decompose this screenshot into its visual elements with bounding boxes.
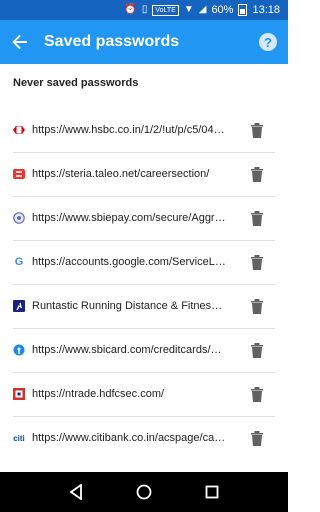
- list-item[interactable]: https://www.sbiepay.com/secure/Aggregato…: [0, 196, 288, 240]
- runtastic-icon: [13, 300, 25, 312]
- clock: 13:18: [252, 4, 280, 16]
- sbicard-icon: [13, 344, 25, 356]
- entry-url: https://www.citibank.co.in/acspage/cap_n…: [32, 432, 226, 444]
- entry-url: Runtastic Running Distance & Fitness Tra…: [32, 300, 226, 312]
- list-item[interactable]: https://www.hsbc.co.in/1/2/!ut/p/c5/04_S…: [0, 108, 288, 152]
- citi-icon: citi: [13, 433, 25, 443]
- list-item[interactable]: Runtastic Running Distance & Fitness Tra…: [0, 284, 288, 328]
- google-icon: G: [14, 256, 24, 268]
- back-button[interactable]: [0, 20, 40, 64]
- entry-url: https://www.sbicard.com/creditcards/app/…: [32, 344, 226, 356]
- entry-url: https://accounts.google.com/ServiceLogin: [32, 256, 226, 268]
- hdfc-icon: [13, 388, 25, 400]
- entry-url: https://www.hsbc.co.in/1/2/!ut/p/c5/04_S…: [32, 124, 226, 136]
- help-icon: ?: [259, 33, 277, 51]
- recents-square-icon[interactable]: [205, 485, 219, 499]
- entry-url: https://ntrade.hdfcsec.com/: [32, 388, 165, 400]
- arrow-back-icon: [12, 34, 27, 50]
- help-button[interactable]: ?: [248, 20, 288, 64]
- app-bar: Saved passwords ?: [0, 20, 288, 64]
- battery-percent: 60%: [211, 4, 234, 16]
- signal-icon: ◢: [198, 4, 207, 15]
- delete-icon[interactable]: [250, 386, 264, 402]
- delete-icon[interactable]: [250, 210, 264, 226]
- never-saved-list: https://www.hsbc.co.in/1/2/!ut/p/c5/04_S…: [0, 108, 288, 460]
- status-bar: ⏰ ▯ VoLTE ▼ ◢ 60% 13:18: [0, 0, 288, 20]
- delete-icon[interactable]: [250, 430, 264, 446]
- delete-icon[interactable]: [250, 342, 264, 358]
- entry-url: https://steria.taleo.net/careersection/: [32, 168, 210, 180]
- delete-icon[interactable]: [250, 298, 264, 314]
- wifi-icon: ▼: [183, 4, 194, 15]
- volte-badge: VoLTE: [152, 4, 179, 16]
- system-nav-bar: [0, 472, 288, 512]
- list-item[interactable]: https://www.sbicard.com/creditcards/app/…: [0, 328, 288, 372]
- hsbc-icon: [13, 124, 25, 136]
- list-item[interactable]: https://ntrade.hdfcsec.com/: [0, 372, 288, 416]
- globe-icon: [13, 212, 25, 224]
- section-header: Never saved passwords: [13, 77, 139, 89]
- back-triangle-icon[interactable]: [69, 484, 83, 500]
- page-title: Saved passwords: [44, 33, 180, 50]
- alarm-icon: ⏰: [124, 4, 137, 15]
- home-circle-icon[interactable]: [136, 484, 152, 500]
- battery-icon: [238, 4, 248, 16]
- entry-url: https://www.sbiepay.com/secure/Aggregato…: [32, 212, 226, 224]
- vibrate-icon: ▯: [141, 4, 148, 15]
- delete-icon[interactable]: [250, 122, 264, 138]
- list-item[interactable]: citi https://www.citibank.co.in/acspage/…: [0, 416, 288, 460]
- list-item[interactable]: G https://accounts.google.com/ServiceLog…: [0, 240, 288, 284]
- steria-icon: [13, 168, 25, 180]
- list-item[interactable]: https://steria.taleo.net/careersection/: [0, 152, 288, 196]
- delete-icon[interactable]: [250, 166, 264, 182]
- delete-icon[interactable]: [250, 254, 264, 270]
